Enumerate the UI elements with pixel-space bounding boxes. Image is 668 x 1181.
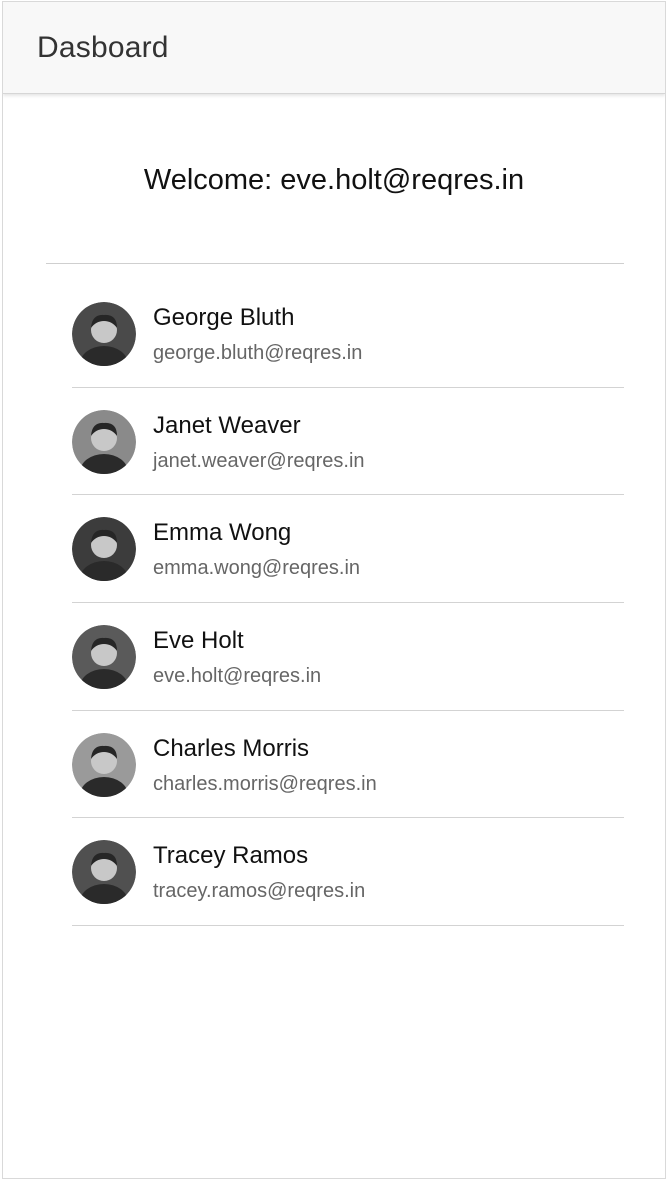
header-divider xyxy=(46,263,624,264)
user-list-item[interactable]: George Bluth george.bluth@reqres.in xyxy=(72,280,624,388)
user-email: emma.wong@reqres.in xyxy=(153,557,361,580)
avatar-image xyxy=(72,302,136,366)
avatar-image xyxy=(72,732,136,797)
user-list-item[interactable]: Emma Wong emma.wong@reqres.in xyxy=(72,495,624,604)
avatar xyxy=(72,840,136,905)
user-email: eve.holt@reqres.in xyxy=(153,665,322,688)
avatar xyxy=(72,732,136,797)
user-name: Charles Morris xyxy=(153,734,310,762)
user-list-item[interactable]: Tracey Ramos tracey.ramos@reqres.in xyxy=(72,818,624,927)
avatar-image xyxy=(72,840,136,905)
user-name: Eve Holt xyxy=(153,627,244,655)
user-list-item[interactable]: Janet Weaver janet.weaver@reqres.in xyxy=(72,388,624,496)
avatar xyxy=(72,517,136,582)
avatar-image xyxy=(72,409,136,474)
welcome-heading: Welcome: eve.holt@reqres.in xyxy=(143,164,525,196)
user-list-item[interactable]: Charles Morris charles.morris@reqres.in xyxy=(72,711,624,819)
toolbar-title: Dasboard xyxy=(37,31,169,64)
user-list-item[interactable]: Eve Holt eve.holt@reqres.in xyxy=(72,603,624,711)
toolbar: Dasboard xyxy=(3,2,665,94)
user-name: Janet Weaver xyxy=(153,411,301,439)
app-frame: Dasboard Welcome: eve.holt@reqres.in Geo… xyxy=(2,1,666,1179)
avatar-image xyxy=(72,517,136,582)
user-email: charles.morris@reqres.in xyxy=(153,772,377,795)
avatar xyxy=(72,409,136,474)
user-email: tracey.ramos@reqres.in xyxy=(153,880,366,903)
user-list: George Bluth george.bluth@reqres.in Jane… xyxy=(72,280,624,927)
avatar-image xyxy=(72,625,136,690)
user-name: Emma Wong xyxy=(153,519,292,547)
avatar xyxy=(72,625,136,690)
user-email: george.bluth@reqres.in xyxy=(153,342,363,364)
user-name: George Bluth xyxy=(153,304,295,331)
user-name: Tracey Ramos xyxy=(153,842,309,870)
avatar xyxy=(72,302,136,366)
user-email: janet.weaver@reqres.in xyxy=(153,449,365,472)
